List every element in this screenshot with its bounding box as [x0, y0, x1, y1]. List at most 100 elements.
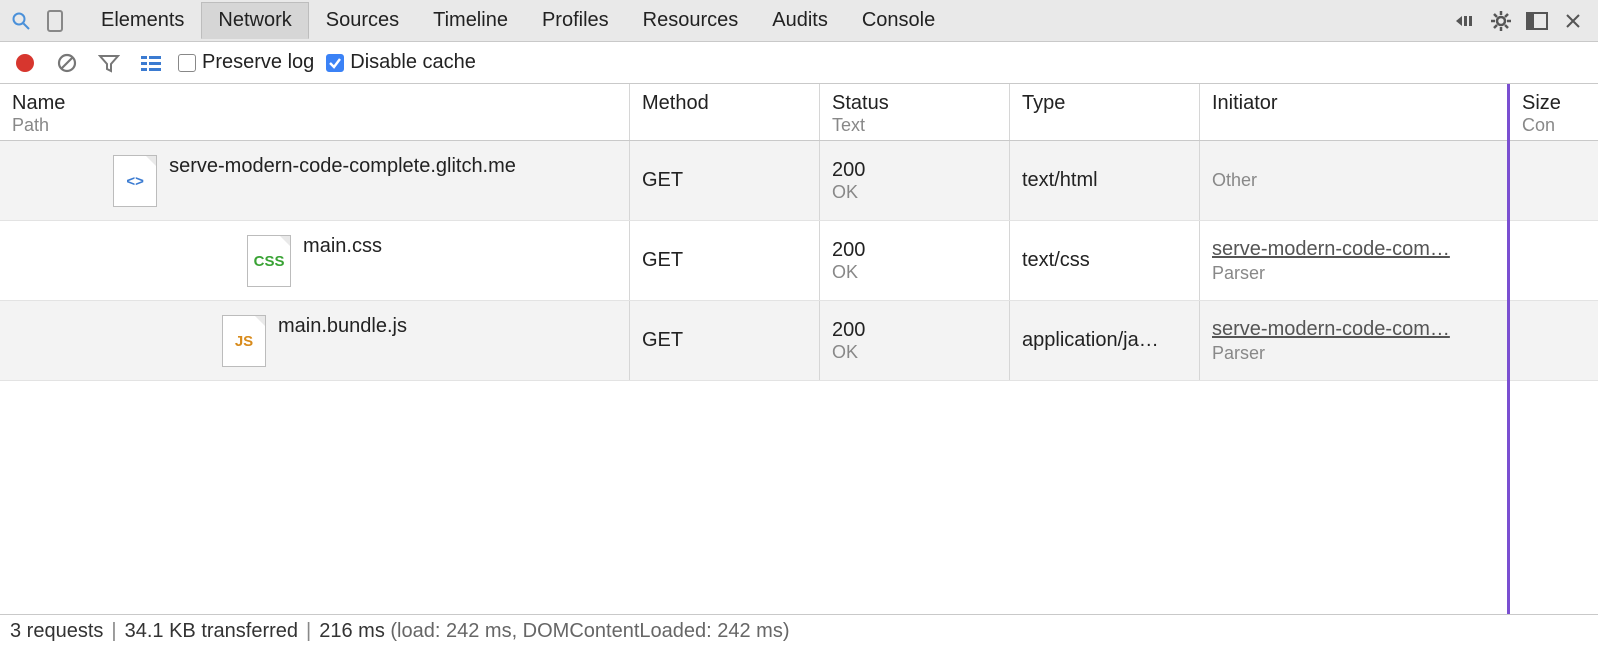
tab-profiles[interactable]: Profiles	[525, 2, 626, 39]
network-table: Name Path Method Status Text Type Initia…	[0, 84, 1598, 614]
cell-size	[1510, 301, 1598, 380]
request-name: serve-modern-code-complete.glitch.me	[169, 155, 516, 178]
tab-label: Audits	[772, 9, 828, 31]
record-icon	[16, 54, 34, 72]
cell-method: GET	[630, 141, 820, 220]
file-type-icon: <>	[113, 155, 157, 207]
initiator-link: Other	[1212, 170, 1497, 191]
show-drawer-icon[interactable]	[1450, 6, 1480, 36]
file-type-icon: CSS	[247, 235, 291, 287]
cell-name: <> serve-modern-code-complete.glitch.me	[0, 141, 630, 220]
col-subtitle: Con	[1522, 115, 1586, 136]
cell-type: application/ja…	[1010, 301, 1200, 380]
file-type-icon: JS	[222, 315, 266, 367]
col-title: Type	[1022, 92, 1187, 115]
col-subtitle: Text	[832, 115, 997, 136]
status-code: 200	[832, 319, 997, 342]
status-code: 200	[832, 239, 997, 262]
tab-label: Profiles	[542, 9, 609, 31]
checkbox-box-icon	[178, 54, 196, 72]
initiator-sub: Parser	[1212, 263, 1497, 284]
network-statusbar: 3 requests | 34.1 KB transferred | 216 m…	[0, 614, 1598, 648]
col-title: Method	[642, 92, 807, 115]
cell-type: text/css	[1010, 221, 1200, 300]
initiator-sub: Parser	[1212, 343, 1497, 364]
preserve-log-checkbox[interactable]: Preserve log	[178, 51, 314, 74]
cell-name: JS main.bundle.js	[0, 301, 630, 380]
status-text: OK	[832, 182, 997, 203]
table-body: <> serve-modern-code-complete.glitch.me …	[0, 141, 1598, 614]
tab-timeline[interactable]: Timeline	[416, 2, 525, 39]
col-subtitle	[1022, 115, 1187, 136]
table-row[interactable]: JS main.bundle.js GET 200 OK application…	[0, 301, 1598, 381]
cell-size	[1510, 221, 1598, 300]
cell-initiator: serve-modern-code-com…Parser	[1200, 301, 1510, 380]
devtools-tabstrip: Elements Network Sources Timeline Profil…	[0, 0, 1598, 42]
close-devtools-icon[interactable]	[1558, 6, 1588, 36]
status-code: 200	[832, 159, 997, 182]
col-title: Name	[12, 92, 617, 115]
initiator-link[interactable]: serve-modern-code-com…	[1212, 238, 1497, 261]
dock-side-icon[interactable]	[1522, 6, 1552, 36]
tab-resources[interactable]: Resources	[626, 2, 756, 39]
search-icon[interactable]	[6, 6, 36, 36]
table-row[interactable]: <> serve-modern-code-complete.glitch.me …	[0, 141, 1598, 221]
filter-icon[interactable]	[94, 48, 124, 78]
cell-status: 200 OK	[820, 301, 1010, 380]
divider: |	[306, 620, 311, 643]
col-subtitle	[642, 115, 807, 136]
status-requests: 3 requests	[10, 620, 103, 643]
tab-label: Console	[862, 9, 935, 31]
status-text: OK	[832, 262, 997, 283]
tab-label: Resources	[643, 9, 739, 31]
cell-initiator: serve-modern-code-com…Parser	[1200, 221, 1510, 300]
col-subtitle: Path	[12, 115, 617, 136]
tabstrip-right-icons	[1450, 6, 1592, 36]
settings-gear-icon[interactable]	[1486, 6, 1516, 36]
col-header-type[interactable]: Type	[1010, 84, 1200, 140]
tab-elements[interactable]: Elements	[84, 2, 201, 39]
clear-button[interactable]	[52, 48, 82, 78]
col-title: Initiator	[1212, 92, 1497, 115]
status-transferred: 34.1 KB transferred	[125, 620, 298, 643]
col-title: Status	[832, 92, 997, 115]
view-options-icon[interactable]	[136, 48, 166, 78]
table-row[interactable]: CSS main.css GET 200 OK text/css serve-m…	[0, 221, 1598, 301]
tab-audits[interactable]: Audits	[755, 2, 845, 39]
disable-cache-label: Disable cache	[350, 51, 476, 74]
col-header-status[interactable]: Status Text	[820, 84, 1010, 140]
network-toolbar: Preserve log Disable cache	[0, 42, 1598, 84]
table-header-row: Name Path Method Status Text Type Initia…	[0, 84, 1598, 141]
col-title: Size	[1522, 92, 1586, 115]
cell-method: GET	[630, 301, 820, 380]
request-name: main.css	[303, 235, 382, 258]
col-header-initiator[interactable]: Initiator	[1200, 84, 1510, 140]
tab-label: Sources	[326, 9, 399, 31]
tab-console[interactable]: Console	[845, 2, 952, 39]
disable-cache-checkbox[interactable]: Disable cache	[326, 51, 476, 74]
cell-type: text/html	[1010, 141, 1200, 220]
status-detail: (load: 242 ms, DOMContentLoaded: 242 ms)	[390, 620, 789, 643]
tab-label: Timeline	[433, 9, 508, 31]
status-text: OK	[832, 342, 997, 363]
cell-status: 200 OK	[820, 221, 1010, 300]
panel-tabs: Elements Network Sources Timeline Profil…	[84, 2, 952, 39]
cell-size	[1510, 141, 1598, 220]
col-header-name[interactable]: Name Path	[0, 84, 630, 140]
device-mode-icon[interactable]	[40, 6, 70, 36]
record-button[interactable]	[10, 48, 40, 78]
col-header-size[interactable]: Size Con	[1510, 84, 1598, 140]
status-time: 216 ms	[319, 620, 385, 643]
tab-label: Network	[218, 9, 291, 31]
col-header-method[interactable]: Method	[630, 84, 820, 140]
cell-initiator: Other	[1200, 141, 1510, 220]
preserve-log-label: Preserve log	[202, 51, 314, 74]
checkbox-box-icon	[326, 54, 344, 72]
tab-label: Elements	[101, 9, 184, 31]
cell-method: GET	[630, 221, 820, 300]
cell-status: 200 OK	[820, 141, 1010, 220]
initiator-link[interactable]: serve-modern-code-com…	[1212, 318, 1497, 341]
tab-sources[interactable]: Sources	[309, 2, 416, 39]
divider: |	[111, 620, 116, 643]
tab-network[interactable]: Network	[201, 2, 308, 39]
